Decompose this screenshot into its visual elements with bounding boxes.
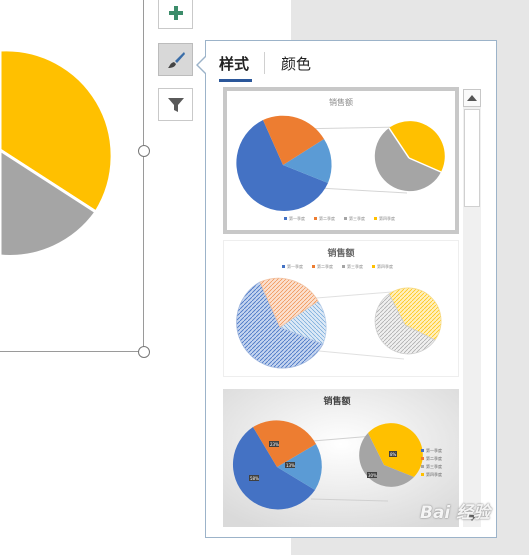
svg-text:第一季度: 第一季度 xyxy=(287,263,303,269)
svg-text:第二季度: 第二季度 xyxy=(317,263,333,269)
brush-icon xyxy=(167,51,185,68)
thumbnail-chart-2: 销售额 第一季度 第二季度 第三季度 第四季度 xyxy=(236,247,442,369)
scroll-thumb[interactable] xyxy=(464,109,480,207)
svg-text:第二季度: 第二季度 xyxy=(426,455,442,461)
svg-text:第一季度: 第一季度 xyxy=(289,215,305,221)
style-thumbnail-1[interactable]: 销售额 第一季度 第二季度 第三季度 第四季度 xyxy=(223,87,459,234)
thumbnail-title: 销售额 xyxy=(323,395,350,407)
scroll-up-button[interactable] xyxy=(463,89,481,107)
svg-text:8%: 8% xyxy=(390,452,397,457)
svg-text:第四季度: 第四季度 xyxy=(377,263,393,269)
style-gallery: 销售额 第一季度 第二季度 第三季度 第四季度 销售额 第一季度 第二季度 第三… xyxy=(221,87,461,527)
plus-icon xyxy=(168,5,183,20)
svg-text:第三季度: 第三季度 xyxy=(349,215,365,221)
thumbnail-title: 销售额 xyxy=(329,97,353,107)
thumbnail-title: 销售额 xyxy=(327,247,354,259)
svg-text:30%: 30% xyxy=(368,473,377,478)
chart-filters-button[interactable] xyxy=(158,88,193,121)
svg-text:58%: 58% xyxy=(250,476,259,481)
style-thumbnail-2[interactable]: 销售额 第一季度 第二季度 第三季度 第四季度 xyxy=(223,240,459,377)
chart-styles-pane: 样式 颜色 销售额 第一季度 第二季度 第三季度 第四季度 销售额 第一季度 第… xyxy=(205,40,497,538)
tab-divider xyxy=(264,52,265,74)
resize-handle-right[interactable] xyxy=(138,145,150,157)
active-tab-indicator xyxy=(219,79,252,82)
svg-text:第三季度: 第三季度 xyxy=(347,263,363,269)
svg-text:第四季度: 第四季度 xyxy=(426,471,442,477)
svg-text:第四季度: 第四季度 xyxy=(379,215,395,221)
filter-icon xyxy=(167,97,184,112)
thumbnail-chart-1: 销售额 第一季度 第二季度 第三季度 第四季度 xyxy=(236,97,445,221)
chart-styles-button[interactable] xyxy=(158,43,193,76)
large-pie-chart[interactable] xyxy=(0,0,144,352)
chart-elements-button[interactable] xyxy=(158,0,193,29)
svg-text:第三季度: 第三季度 xyxy=(426,463,442,469)
watermark: Bai 经验 xyxy=(420,503,491,523)
svg-text:13%: 13% xyxy=(286,463,295,468)
pane-pointer-inner xyxy=(198,56,207,74)
chevron-up-icon xyxy=(467,95,477,101)
svg-text:23%: 23% xyxy=(270,442,279,447)
svg-text:第二季度: 第二季度 xyxy=(319,215,335,221)
resize-handle-bottom-right[interactable] xyxy=(138,346,150,358)
chart-area[interactable] xyxy=(0,0,144,352)
gallery-scrollbar[interactable] xyxy=(463,89,481,527)
svg-text:第一季度: 第一季度 xyxy=(426,447,442,453)
tab-color[interactable]: 颜色 xyxy=(281,53,311,74)
tab-style[interactable]: 样式 xyxy=(219,53,249,74)
